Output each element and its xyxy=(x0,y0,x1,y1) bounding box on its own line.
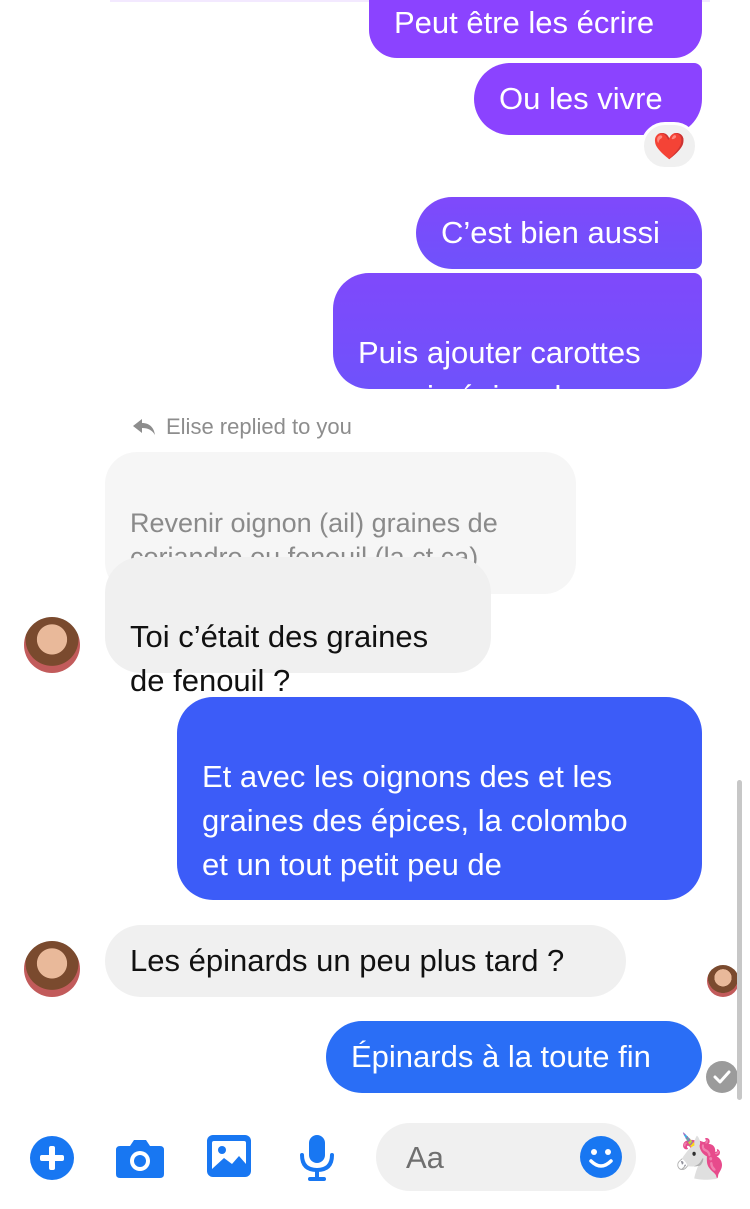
message-incoming[interactable]: Les épinards un peu plus tard ? xyxy=(105,925,626,997)
read-receipt-avatar xyxy=(707,965,739,997)
message-text: Toi c’était des graines de fenouil ? xyxy=(130,619,429,698)
message-text: Ou les vivre xyxy=(499,81,663,116)
message-outgoing[interactable]: Épinards à la toute fin xyxy=(326,1021,702,1093)
unicorn-button[interactable]: 🦄 xyxy=(672,1132,728,1182)
message-text: Puis ajouter carottes panais épinards xyxy=(358,335,641,414)
add-button[interactable] xyxy=(29,1135,75,1181)
reply-indicator: Elise replied to you xyxy=(132,414,352,440)
message-outgoing[interactable]: Peut être les écrire xyxy=(369,0,702,58)
emoji-icon xyxy=(580,1136,622,1178)
message-outgoing[interactable]: C’est bien aussi xyxy=(416,197,702,269)
message-text: C’est bien aussi xyxy=(441,215,660,250)
message-text: Épinards à la toute fin xyxy=(351,1039,651,1074)
microphone-button[interactable] xyxy=(298,1134,336,1182)
microphone-icon xyxy=(300,1135,334,1181)
sent-check-icon xyxy=(706,1061,738,1093)
scrollbar[interactable] xyxy=(737,780,742,1100)
image-icon xyxy=(207,1135,251,1177)
add-icon xyxy=(30,1136,74,1180)
avatar[interactable] xyxy=(24,617,80,673)
gallery-button[interactable] xyxy=(206,1134,252,1178)
message-text: Les épinards un peu plus tard ? xyxy=(130,943,565,978)
unicorn-icon: 🦄 xyxy=(672,1132,728,1181)
reply-arrow-icon xyxy=(133,419,155,435)
message-incoming[interactable]: Toi c’était des graines de fenouil ? xyxy=(105,557,491,698)
reply-label-text: Elise replied to you xyxy=(166,414,352,439)
message-input[interactable] xyxy=(376,1123,598,1193)
message-outgoing[interactable]: Puis ajouter carottes panais épinards xyxy=(333,273,702,414)
message-text: Et avec les oignons des et les graines d… xyxy=(202,759,628,926)
emoji-button[interactable] xyxy=(579,1135,623,1179)
camera-icon xyxy=(116,1140,164,1178)
camera-button[interactable] xyxy=(115,1136,165,1180)
avatar[interactable] xyxy=(24,941,80,997)
message-text: Peut être les écrire xyxy=(394,5,655,40)
heart-icon: ❤️ xyxy=(653,130,686,161)
message-composer[interactable] xyxy=(376,1123,636,1193)
message-outgoing[interactable]: Et avec les oignons des et les graines d… xyxy=(177,697,702,926)
reaction-badge[interactable]: ❤️ xyxy=(641,122,698,170)
